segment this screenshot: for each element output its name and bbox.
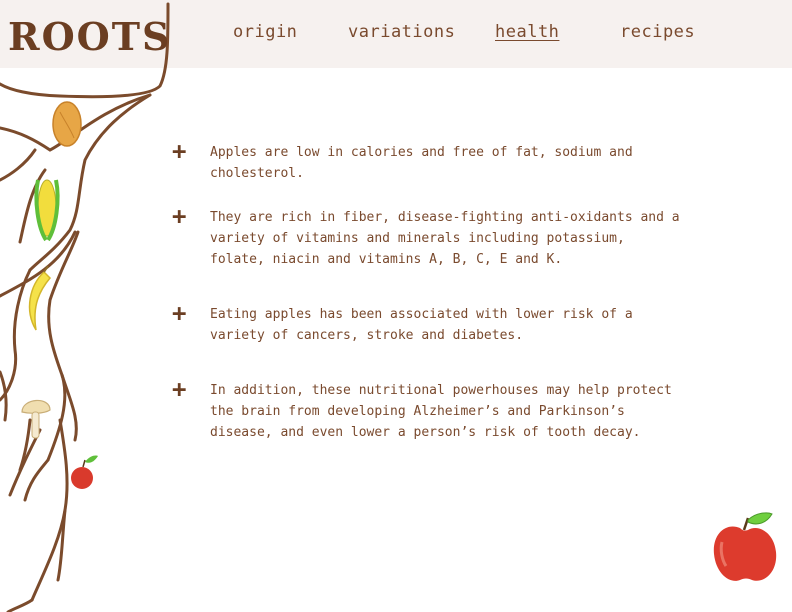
bullet-text: They are rich in fiber, disease-fighting…: [210, 210, 680, 267]
banana-icon: [28, 265, 52, 331]
nav-recipes[interactable]: recipes: [620, 22, 695, 42]
bullet-text: Apples are low in calories and free of f…: [210, 145, 633, 181]
logo[interactable]: ROOTS: [0, 0, 172, 100]
bullet-text: Eating apples has been associated with l…: [210, 307, 633, 343]
plus-icon[interactable]: +: [172, 377, 186, 401]
nav-origin[interactable]: origin: [233, 22, 297, 42]
almond-icon: [52, 101, 82, 147]
plus-icon[interactable]: +: [172, 301, 186, 325]
plus-icon[interactable]: +: [172, 204, 186, 228]
mushroom-icon: [21, 399, 51, 439]
apple-icon: [713, 512, 777, 581]
corn-icon: [34, 179, 60, 242]
logo-text: ROOTS: [8, 14, 172, 59]
nav-variations[interactable]: variations: [348, 22, 455, 42]
nav-health[interactable]: health: [495, 22, 559, 42]
small-apple-icon: [71, 455, 98, 489]
plus-icon[interactable]: +: [172, 139, 186, 163]
bullet-text: In addition, these nutritional powerhous…: [210, 383, 672, 440]
